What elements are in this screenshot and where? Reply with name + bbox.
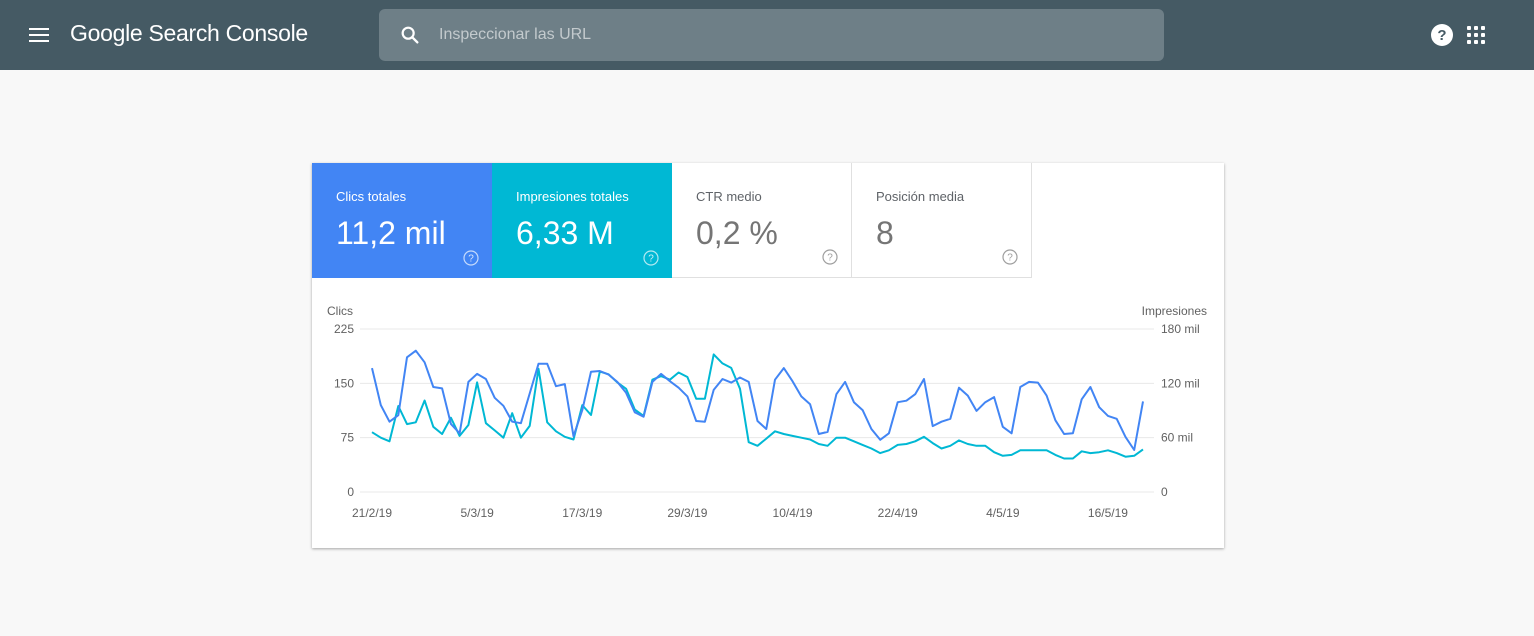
svg-text:?: ? [468, 254, 474, 265]
performance-card: Clics totales 11,2 mil ? Impresiones tot… [312, 163, 1224, 548]
url-inspection-search[interactable] [379, 9, 1164, 61]
right-axis-label: Impresiones [1142, 304, 1207, 318]
menu-icon-bar [29, 34, 49, 36]
menu-button[interactable] [24, 21, 54, 49]
left-axis-tick-label: 150 [334, 376, 354, 390]
help-outline-icon[interactable]: ? [822, 249, 838, 265]
svg-text:?: ? [1007, 253, 1013, 264]
metric-total-impressions[interactable]: Impresiones totales 6,33 M ? [492, 163, 672, 278]
metric-label: CTR medio [696, 189, 762, 204]
help-outline-icon[interactable]: ? [1002, 249, 1018, 265]
url-inspection-input[interactable] [439, 9, 1139, 61]
svg-text:?: ? [1437, 27, 1446, 44]
menu-icon [29, 28, 49, 30]
help-outline-icon[interactable]: ? [643, 250, 659, 266]
metric-value: 11,2 mil [336, 215, 446, 251]
x-axis-tick-label: 5/3/19 [460, 506, 494, 520]
x-axis-tick-label: 29/3/19 [667, 506, 707, 520]
metric-average-position[interactable]: Posición media 8 ? [852, 163, 1032, 278]
search-icon [401, 26, 419, 44]
left-axis-tick-label: 0 [347, 485, 354, 499]
metric-total-clicks[interactable]: Clics totales 11,2 mil ? [312, 163, 492, 278]
x-axis-tick-label: 4/5/19 [986, 506, 1020, 520]
left-axis-tick-label: 75 [341, 431, 355, 445]
x-axis-tick-label: 10/4/19 [773, 506, 813, 520]
metric-average-ctr[interactable]: CTR medio 0,2 % ? [672, 163, 852, 278]
x-axis-tick-label: 22/4/19 [878, 506, 918, 520]
x-axis-tick-label: 21/2/19 [352, 506, 392, 520]
help-outline-icon[interactable]: ? [463, 250, 479, 266]
right-axis-tick-label: 0 [1161, 485, 1168, 499]
clicks-series-line [371, 349, 1144, 451]
metric-value: 6,33 M [516, 215, 614, 251]
x-axis-tick-label: 16/5/19 [1088, 506, 1128, 520]
left-axis-tick-label: 225 [334, 322, 354, 336]
metric-value: 8 [876, 215, 894, 251]
right-axis-tick-label: 180 mil [1161, 322, 1200, 336]
right-axis-tick-label: 120 mil [1161, 376, 1200, 390]
x-axis-tick-label: 17/3/19 [562, 506, 602, 520]
metric-label: Posición media [876, 189, 965, 204]
metric-label: Impresiones totales [516, 189, 629, 204]
help-icon[interactable]: ? [1430, 23, 1454, 47]
metric-label: Clics totales [336, 189, 407, 204]
impressions-series-line [371, 353, 1144, 460]
svg-text:?: ? [827, 253, 833, 264]
apps-icon[interactable] [1466, 25, 1486, 45]
metric-value: 0,2 % [696, 215, 778, 251]
top-app-bar: Google Search Console ? [0, 0, 1534, 70]
menu-icon-bar [29, 40, 49, 42]
svg-text:?: ? [648, 254, 654, 265]
right-axis-tick-label: 60 mil [1161, 431, 1193, 445]
app-logo[interactable]: Google Search Console [70, 20, 308, 47]
left-axis-label: Clics [327, 304, 353, 318]
